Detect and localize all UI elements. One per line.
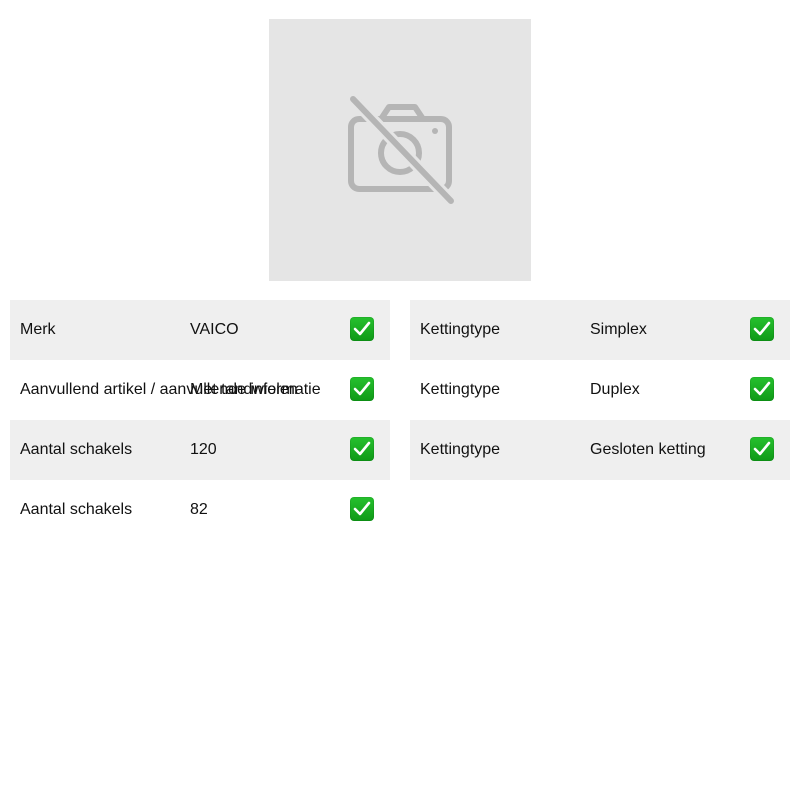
table-row: Aantal schakels 120 xyxy=(10,420,390,480)
check-icon xyxy=(350,377,374,401)
check-icon xyxy=(750,437,774,461)
spec-label: Kettingtype xyxy=(420,321,501,338)
spec-value: Gesloten ketting xyxy=(590,441,706,458)
check-icon xyxy=(750,317,774,341)
spec-value: 82 xyxy=(190,501,208,518)
table-row: Aantal schakels 82 xyxy=(10,480,390,540)
spec-label: Merk xyxy=(20,321,56,338)
spec-label: Kettingtype xyxy=(420,381,501,398)
table-row: Kettingtype Simplex xyxy=(410,300,790,360)
camera-off-icon xyxy=(348,95,455,205)
specs-table-right: Kettingtype Simplex Kettingtype Duplex K… xyxy=(410,300,790,480)
spec-value: Simplex xyxy=(590,321,647,338)
spec-label: Aantal schakels xyxy=(20,501,133,518)
check-icon xyxy=(350,497,374,521)
spec-value: 120 xyxy=(190,441,217,458)
table-row: Kettingtype Gesloten ketting xyxy=(410,420,790,480)
spec-label: Kettingtype xyxy=(420,441,501,458)
spec-label: Aantal schakels xyxy=(20,441,133,458)
product-image-placeholder xyxy=(269,19,531,281)
check-icon xyxy=(750,377,774,401)
table-row: Aanvullend artikel / aanvullende informa… xyxy=(10,360,390,420)
spec-value: Duplex xyxy=(590,381,640,398)
check-icon xyxy=(350,437,374,461)
specs-table-left: Merk VAICO Aanvullend artikel / aanvulle… xyxy=(10,300,390,540)
check-icon xyxy=(350,317,374,341)
table-row: Merk VAICO xyxy=(10,300,390,360)
table-row: Kettingtype Duplex xyxy=(410,360,790,420)
spec-value: Met tandwielen xyxy=(190,381,298,398)
spec-value: VAICO xyxy=(190,321,239,338)
